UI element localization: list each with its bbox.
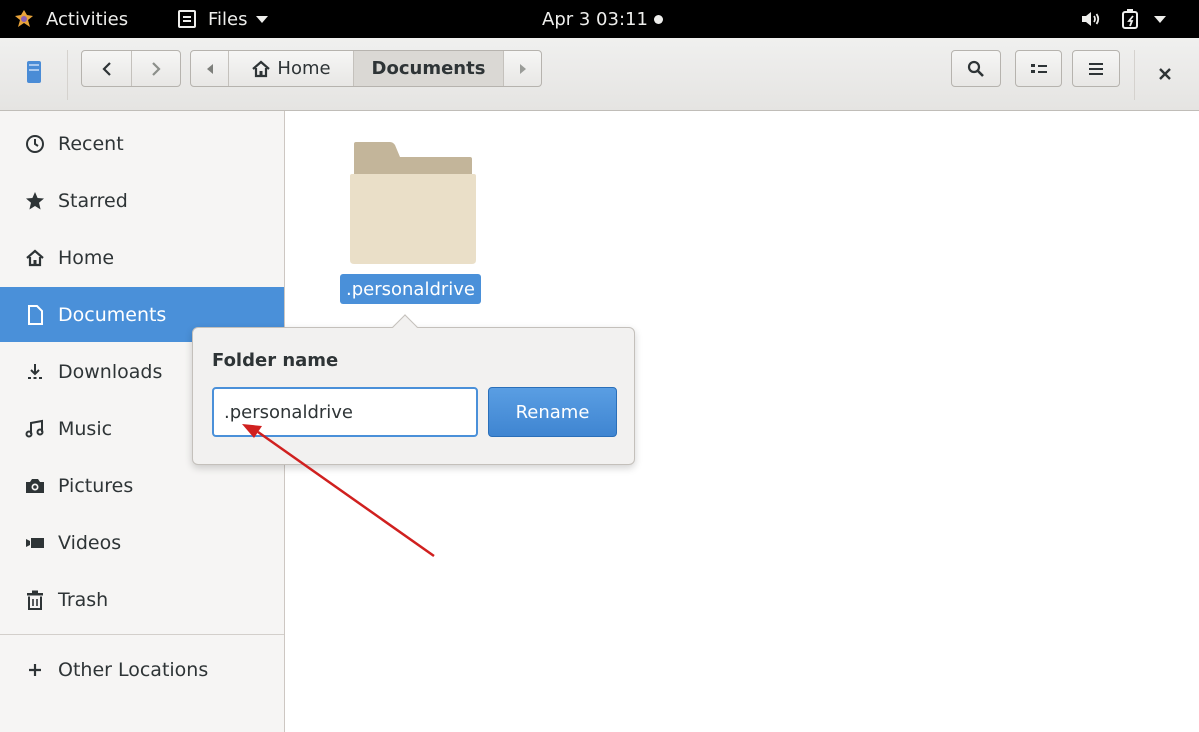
menu-button[interactable] [1072, 50, 1120, 87]
sidebar-item-label: Home [58, 246, 115, 269]
power-icon [1122, 9, 1138, 29]
app-menu-label: Files [208, 8, 248, 30]
navigation-buttons [81, 50, 181, 87]
download-icon [24, 361, 46, 383]
document-icon [24, 304, 46, 326]
header-separator [1134, 50, 1135, 100]
forward-button[interactable] [131, 51, 180, 86]
chevron-down-icon [255, 15, 268, 23]
sidebar-item-starred[interactable]: Starred [0, 173, 284, 228]
sidebar-item-label: Starred [58, 189, 128, 212]
rename-button[interactable]: Rename [488, 387, 617, 437]
path-scroll-left-button[interactable] [191, 51, 229, 86]
back-icon [101, 61, 111, 76]
path-scroll-right-button[interactable] [504, 51, 541, 86]
folder-icon [350, 142, 476, 264]
app-menu-button[interactable]: Files [178, 0, 268, 38]
trash-icon [24, 589, 46, 611]
triangle-left-icon [206, 63, 213, 74]
path-home-button[interactable]: Home [229, 51, 354, 86]
sidebar-item-home[interactable]: Home [0, 230, 284, 285]
popover-title: Folder name [212, 350, 339, 371]
rename-popover: Folder name Rename [192, 314, 635, 465]
files-app-icon [178, 10, 196, 28]
clock-button[interactable]: Apr 3 03:11 [542, 0, 663, 38]
triangle-right-icon [519, 63, 526, 74]
camera-icon [24, 475, 46, 497]
folder-item[interactable]: .personaldrive [338, 140, 488, 304]
sidebar-item-label: Other Locations [58, 658, 209, 681]
system-menu-button[interactable] [1080, 0, 1166, 38]
top-bar: Activities Files Apr 3 03:11 [0, 0, 1199, 38]
chevron-down-icon [1154, 15, 1166, 23]
volume-icon [1082, 12, 1100, 26]
sidebar-item-other-locations[interactable]: Other Locations [0, 642, 284, 697]
sidebar-item-recent[interactable]: Recent [0, 116, 284, 171]
close-icon [1159, 68, 1171, 80]
close-button[interactable] [1155, 64, 1175, 84]
sidebar-item-label: Pictures [58, 474, 134, 497]
activities-button[interactable]: Activities [14, 0, 128, 38]
home-icon [24, 247, 46, 269]
video-icon [24, 532, 46, 554]
search-icon [967, 60, 984, 77]
back-button[interactable] [82, 51, 131, 86]
popover-arrow [392, 314, 418, 340]
plus-icon [24, 659, 46, 681]
header-separator [67, 50, 68, 100]
clock-icon [24, 133, 46, 155]
sidebar-divider [0, 634, 284, 635]
activities-label: Activities [46, 8, 129, 30]
clock-label: Apr 3 03:11 [542, 8, 648, 30]
path-documents-label: Documents [371, 58, 486, 79]
activities-logo-icon [15, 10, 33, 27]
sidebar-item-label: Music [58, 417, 113, 440]
sidebar-item-videos[interactable]: Videos [0, 515, 284, 570]
forward-icon [152, 61, 161, 76]
home-icon [252, 60, 271, 77]
view-toggle-icon [1030, 63, 1047, 73]
path-bar: Home Documents [190, 50, 542, 87]
sidebar-item-label: Videos [58, 531, 122, 554]
path-documents-button[interactable]: Documents [354, 51, 504, 86]
notification-dot-icon [653, 14, 663, 24]
header-bar: Home Documents [0, 38, 1199, 111]
sidebar-item-trash[interactable]: Trash [0, 572, 284, 627]
music-icon [24, 418, 46, 440]
menu-icon [1089, 62, 1103, 75]
sidebar-item-label: Trash [58, 588, 109, 611]
star-icon [24, 190, 46, 212]
bookmark-icon[interactable] [27, 61, 41, 83]
view-toggle-button[interactable] [1015, 50, 1062, 87]
sidebar-item-pictures[interactable]: Pictures [0, 458, 284, 513]
folder-name-label: .personaldrive [340, 274, 482, 304]
folder-name-input[interactable] [212, 387, 478, 437]
sidebar-item-label: Downloads [58, 360, 163, 383]
sidebar-item-label: Recent [58, 132, 124, 155]
path-home-label: Home [277, 58, 331, 79]
search-button[interactable] [951, 50, 1001, 87]
sidebar-item-label: Documents [58, 303, 167, 326]
